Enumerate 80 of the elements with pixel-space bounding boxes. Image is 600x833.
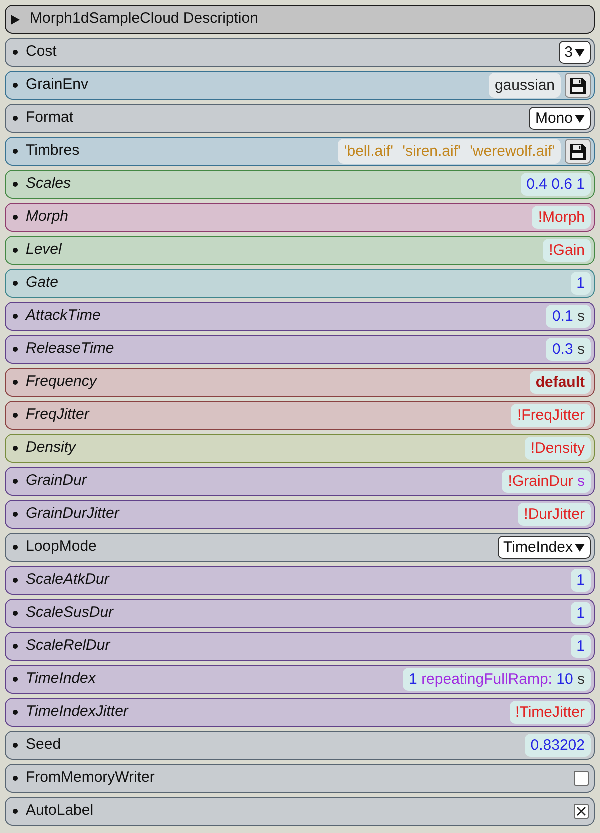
bullet-icon <box>13 413 18 418</box>
parameter-label: ScaleRelDur <box>26 636 110 656</box>
bullet-icon <box>13 215 18 220</box>
parameter-label: TimeIndex <box>26 669 96 690</box>
bullet-icon <box>13 314 18 319</box>
bullet-icon <box>13 479 18 484</box>
bullet-icon <box>13 281 18 286</box>
parameter-label: Cost <box>26 42 57 62</box>
caret-down-icon <box>575 114 585 122</box>
disclosure-triangle-icon[interactable] <box>11 14 20 24</box>
parameter-label: FreqJitter <box>26 405 90 426</box>
bullet-icon <box>13 380 18 385</box>
bullet-icon <box>13 545 18 550</box>
save-icon <box>570 144 586 160</box>
value-field[interactable]: 0.4 0.6 1 <box>520 173 591 196</box>
value-field[interactable]: 1 <box>570 635 591 658</box>
parameter-label: ReleaseTime <box>26 339 114 360</box>
bullet-icon <box>13 611 18 616</box>
bullet-icon <box>13 83 18 88</box>
dropdown-button[interactable]: TimeIndex <box>498 536 591 559</box>
parameter-label: Level <box>26 240 62 260</box>
checkbox[interactable] <box>574 771 589 786</box>
value-field[interactable]: 1 repeatingFullRamp: 10 s <box>403 668 591 691</box>
parameter-label: Timbres <box>26 141 80 162</box>
parameter-label: ScaleSusDur <box>26 603 114 624</box>
parameter-label: GrainDurJitter <box>26 504 120 524</box>
bullet-icon <box>13 446 18 451</box>
bullet-icon <box>13 578 18 583</box>
bullet-icon <box>13 710 18 715</box>
bullet-icon <box>13 182 18 187</box>
save-button[interactable] <box>565 139 591 164</box>
parameter-label: ScaleAtkDur <box>26 570 110 590</box>
bullet-icon <box>13 512 18 517</box>
parameter-label: Format <box>26 108 74 128</box>
parameter-label: Morph <box>26 207 69 228</box>
dropdown-button[interactable]: 3 <box>558 41 591 64</box>
parameter-label: GrainDur <box>26 471 87 492</box>
value-field[interactable]: 0.3 s <box>546 338 591 361</box>
caret-down-icon <box>575 544 585 552</box>
parameter-label: TimeIndexJitter <box>26 702 128 722</box>
parameter-label: Scales <box>26 174 72 194</box>
parameter-label: Density <box>26 438 76 458</box>
bullet-icon <box>13 347 18 352</box>
parameter-label: Gate <box>26 273 59 294</box>
value-field[interactable]: !Density <box>524 437 591 460</box>
value-field[interactable]: !Morph <box>532 206 591 229</box>
bullet-icon <box>13 50 18 55</box>
value-field[interactable]: !DurJitter <box>518 503 591 526</box>
bullet-icon <box>13 644 18 649</box>
caret-down-icon <box>575 48 585 56</box>
header-title: Morph1dSampleCloud Description <box>30 9 258 30</box>
bullet-icon <box>13 743 18 748</box>
save-icon <box>570 78 586 94</box>
dropdown-button[interactable]: Mono <box>529 107 591 130</box>
save-button[interactable] <box>565 73 591 98</box>
parameter-label: LoopMode <box>26 537 97 558</box>
checkbox[interactable] <box>574 804 589 819</box>
bullet-icon <box>13 149 18 154</box>
value-field[interactable]: !Gain <box>543 239 591 262</box>
value-field[interactable]: !GrainDur s <box>502 470 591 493</box>
value-field[interactable]: 1 <box>570 569 591 592</box>
parameter-label: AutoLabel <box>26 801 94 822</box>
value-field[interactable]: !FreqJitter <box>511 404 591 427</box>
value-field[interactable]: 1 <box>570 602 591 625</box>
parameter-label: GrainEnv <box>26 75 89 96</box>
bullet-icon <box>13 248 18 253</box>
value-field[interactable]: 1 <box>570 272 591 295</box>
parameter-label: Seed <box>26 735 62 756</box>
parameter-label: AttackTime <box>26 306 101 326</box>
value-field[interactable]: 0.1 s <box>546 305 591 328</box>
bullet-icon <box>13 776 18 781</box>
value-field[interactable]: !TimeJitter <box>510 701 591 724</box>
bullet-icon <box>13 677 18 682</box>
value-field[interactable]: gaussian <box>488 73 561 98</box>
parameter-label: FromMemoryWriter <box>26 768 155 788</box>
bullet-icon <box>13 116 18 121</box>
bullet-icon <box>13 809 18 814</box>
parameter-label: Frequency <box>26 372 97 392</box>
value-field[interactable]: 0.83202 <box>524 734 591 757</box>
value-field[interactable]: default <box>530 371 591 394</box>
